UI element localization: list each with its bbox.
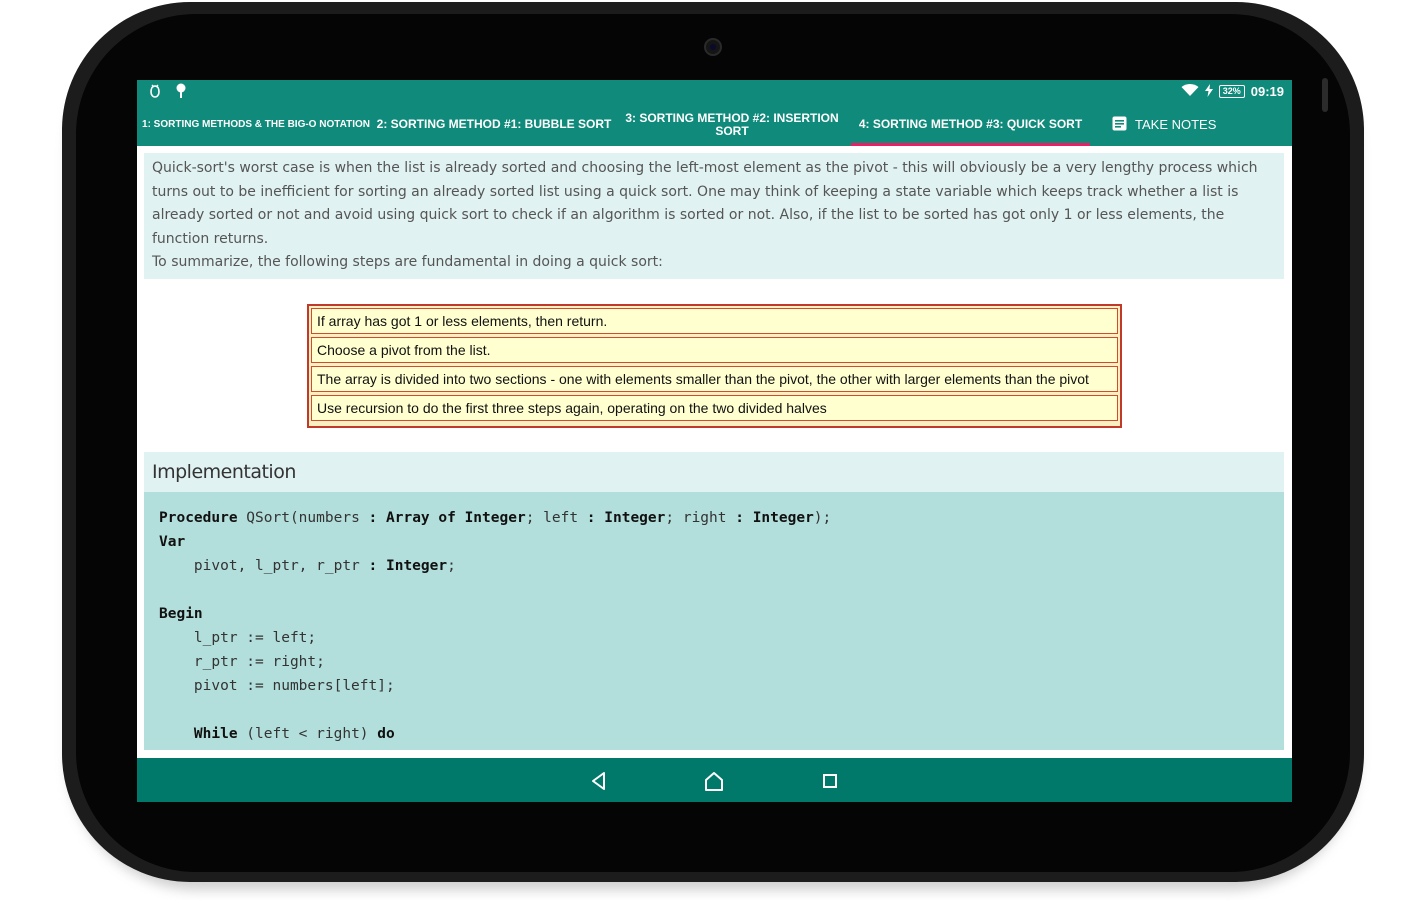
code-text: Procedure QSort(numbers : Array of Integ…: [159, 506, 831, 746]
step-row: Choose a pivot from the list.: [311, 337, 1118, 363]
tab-label: 2: SORTING METHOD #1: BUBBLE SORT: [376, 117, 612, 131]
tab-label: 1: SORTING METHODS & THE BIG-O NOTATION: [142, 118, 370, 130]
steps-table: If array has got 1 or less elements, the…: [307, 304, 1122, 428]
debug-icon: [149, 83, 161, 104]
step-row: If array has got 1 or less elements, the…: [311, 308, 1118, 334]
code-line: Begin: [159, 606, 203, 622]
screen: 32% 09:19 1: SORTING METHODS & THE BIG-O…: [137, 80, 1292, 802]
summary-paragraph: To summarize, the following steps are fu…: [152, 254, 663, 270]
intro-section: Quick-sort's worst case is when the list…: [144, 153, 1284, 279]
wifi-icon: [1181, 83, 1199, 100]
charging-icon: [1204, 83, 1213, 100]
status-bar: 32% 09:19: [137, 80, 1292, 103]
tab-sorting-methods[interactable]: 1: SORTING METHODS & THE BIG-O NOTATION: [137, 103, 375, 146]
code-line: Procedure QSort(numbers : Array of Integ…: [159, 510, 832, 526]
code-line: r_ptr := right;: [159, 654, 325, 670]
battery-icon: 32%: [1218, 85, 1245, 98]
step-row: Use recursion to do the first three step…: [311, 395, 1118, 421]
step-row: The array is divided into two sections -…: [311, 366, 1118, 392]
usb-icon: [175, 83, 187, 104]
implementation-header: Implementation: [144, 452, 1284, 492]
back-icon[interactable]: [588, 770, 610, 792]
home-icon[interactable]: [703, 770, 725, 792]
tab-label: 3: SORTING METHOD #2: INSERTION SORT: [625, 110, 839, 138]
camera-icon: [704, 38, 722, 56]
code-line: Var: [159, 534, 186, 550]
power-button: [1322, 78, 1328, 112]
intro-paragraph: Quick-sort's worst case is when the list…: [152, 160, 1258, 247]
navigation-bar: [137, 758, 1292, 802]
take-notes-button[interactable]: TAKE NOTES: [1112, 103, 1216, 146]
tab-insertion-sort[interactable]: 3: SORTING METHOD #2: INSERTION SORT: [613, 103, 851, 146]
clock: 09:19: [1250, 84, 1284, 99]
recents-icon[interactable]: [819, 770, 841, 792]
tab-bar: 1: SORTING METHODS & THE BIG-O NOTATION …: [137, 103, 1292, 146]
code-line: While (left < right) do: [193, 726, 395, 742]
implementation-title: Implementation: [152, 461, 296, 483]
code-line: pivot, l_ptr, r_ptr : Integer;: [159, 558, 456, 574]
tab-quick-sort[interactable]: 4: SORTING METHOD #3: QUICK SORT: [851, 103, 1090, 146]
code-block: Procedure QSort(numbers : Array of Integ…: [144, 492, 1284, 750]
tab-label: 4: SORTING METHOD #3: QUICK SORT: [858, 117, 1083, 131]
code-line: l_ptr := left;: [159, 630, 317, 646]
code-line: pivot := numbers[left];: [159, 678, 395, 694]
notes-icon: [1112, 116, 1127, 134]
take-notes-label: TAKE NOTES: [1135, 117, 1217, 132]
lesson-content: Quick-sort's worst case is when the list…: [137, 146, 1292, 758]
tab-bubble-sort[interactable]: 2: SORTING METHOD #1: BUBBLE SORT: [375, 103, 613, 146]
